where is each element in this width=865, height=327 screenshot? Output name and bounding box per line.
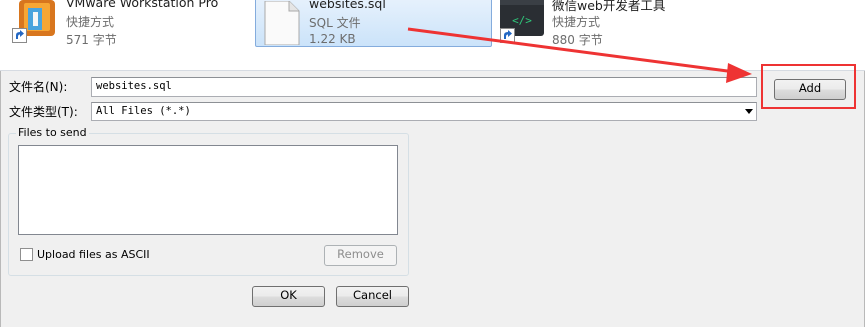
files-to-send-list[interactable] bbox=[18, 145, 398, 235]
file-type: SQL 文件 bbox=[309, 16, 361, 30]
chevron-down-icon[interactable] bbox=[745, 109, 753, 114]
file-browser-strip: VMware Workstation Pro 快捷方式 571 字节 websi… bbox=[0, 0, 865, 71]
filetype-select[interactable]: All Files (*.*) bbox=[91, 102, 757, 121]
vmware-icon bbox=[10, 0, 58, 48]
file-item-wechat-devtools[interactable]: </> 微信web开发者工具 快捷方式 880 字节 bbox=[498, 0, 748, 48]
file-item-websites-sql[interactable]: websites.sql SQL 文件 1.22 KB bbox=[255, 0, 492, 47]
svg-text:</>: </> bbox=[512, 14, 532, 27]
file-size: 1.22 KB bbox=[309, 32, 356, 46]
shortcut-arrow-icon bbox=[500, 28, 515, 43]
remove-button[interactable]: Remove bbox=[324, 245, 397, 266]
document-icon bbox=[262, 0, 310, 49]
shortcut-arrow-icon bbox=[12, 28, 27, 43]
file-type: 快捷方式 bbox=[552, 15, 601, 29]
upload-ascii-label: Upload files as ASCII bbox=[37, 248, 150, 261]
group-title: Files to send bbox=[16, 126, 89, 139]
file-name: VMware Workstation Pro bbox=[66, 0, 219, 10]
annotation-highlight-box bbox=[761, 64, 856, 109]
file-item-vmware[interactable]: VMware Workstation Pro 快捷方式 571 字节 bbox=[10, 0, 245, 48]
send-files-dialog: 文件名(N): websites.sql 文件类型(T): All Files … bbox=[0, 71, 865, 327]
upload-ascii-checkbox[interactable] bbox=[20, 248, 33, 261]
filetype-label: 文件类型(T): bbox=[9, 105, 78, 119]
filename-label: 文件名(N): bbox=[9, 80, 68, 94]
file-name: 微信web开发者工具 bbox=[552, 0, 666, 13]
file-size: 880 字节 bbox=[552, 33, 603, 47]
file-type: 快捷方式 bbox=[66, 15, 115, 29]
filename-input[interactable]: websites.sql bbox=[91, 77, 757, 97]
file-name: websites.sql bbox=[309, 0, 386, 11]
filetype-value: All Files (*.*) bbox=[96, 105, 191, 117]
code-editor-icon: </> bbox=[498, 0, 546, 48]
ok-button[interactable]: OK bbox=[252, 286, 325, 307]
cancel-button[interactable]: Cancel bbox=[336, 286, 409, 307]
file-size: 571 字节 bbox=[66, 33, 117, 47]
